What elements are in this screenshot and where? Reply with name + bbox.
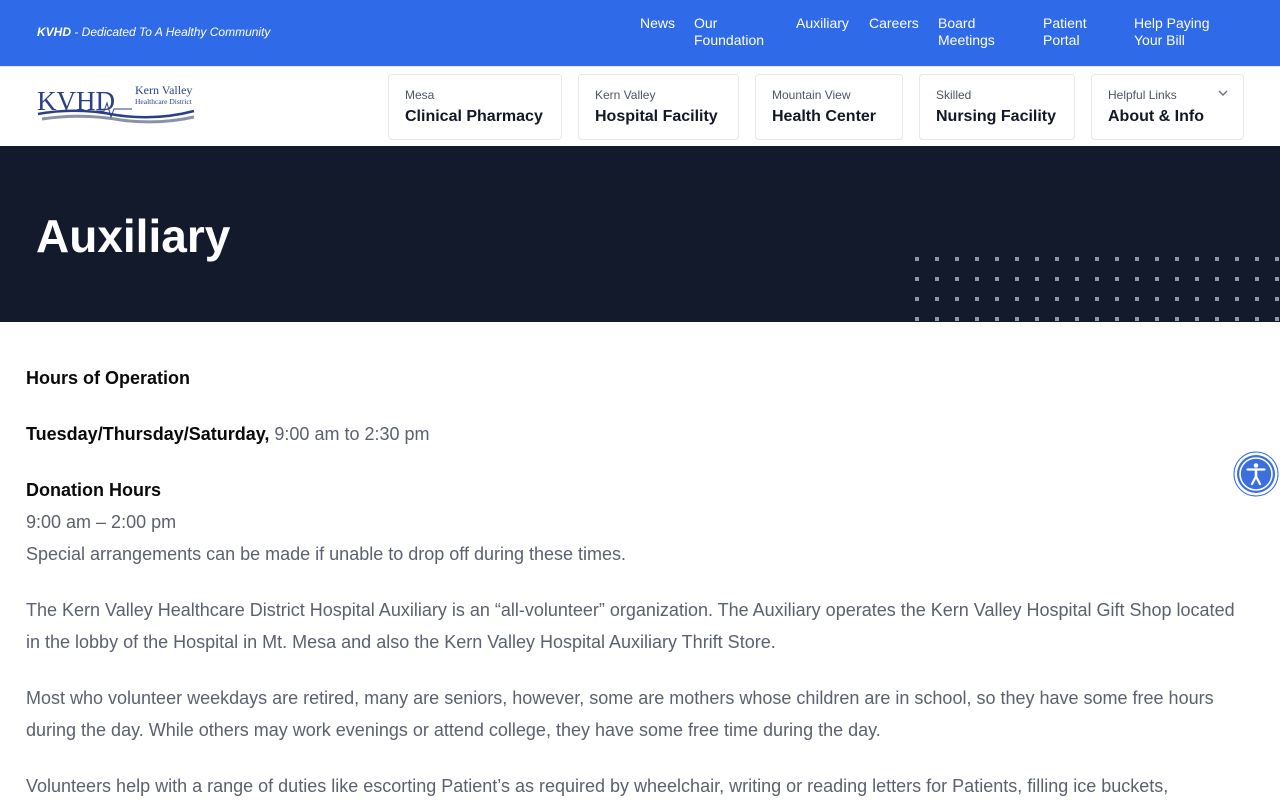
chevron-down-icon: [1218, 90, 1228, 96]
nav-news[interactable]: News: [640, 15, 690, 32]
donation-heading: Donation Hours: [26, 480, 161, 500]
brand-abbrev: KVHD: [37, 25, 72, 39]
facility-bar: KVHD Kern Valley Healthcare District Mes…: [0, 66, 1280, 146]
card-title: Health Center: [772, 108, 877, 125]
card-eyebrow: Skilled: [936, 88, 972, 102]
operating-days: Tuesday/Thursday/Saturday, 9:00 am to 2:…: [26, 418, 1246, 450]
svg-text:Kern Valley: Kern Valley: [135, 83, 192, 97]
nav-board-meetings[interactable]: Board Meetings: [938, 15, 1013, 49]
paragraph-duties: Volunteers help with a range of duties l…: [26, 776, 1169, 796]
card-eyebrow: Helpful Links: [1108, 88, 1177, 102]
card-title: Clinical Pharmacy: [405, 108, 543, 125]
page-title: Auxiliary: [36, 210, 231, 262]
card-eyebrow: Mesa: [405, 88, 435, 102]
top-bar: KVHD - Dedicated To A Healthy Community …: [0, 0, 1280, 66]
card-title: Nursing Facility: [936, 108, 1057, 125]
accessibility-icon[interactable]: [1233, 451, 1279, 497]
main-content: Hours of Operation Tuesday/Thursday/Satu…: [26, 362, 1246, 800]
nav-card-hospital-facility[interactable]: Kern Valley Hospital Facility: [578, 74, 739, 140]
nav-patient-portal[interactable]: Patient Portal: [1043, 15, 1103, 49]
nav-auxiliary[interactable]: Auxiliary: [796, 15, 866, 32]
kvhd-logo[interactable]: KVHD Kern Valley Healthcare District: [36, 81, 198, 131]
nav-card-clinical-pharmacy[interactable]: Mesa Clinical Pharmacy: [388, 74, 562, 140]
nav-help-paying-bill[interactable]: Help Paying Your Bill: [1134, 15, 1224, 49]
donation-time: 9:00 am – 2:00 pm: [26, 512, 177, 532]
card-title: Hospital Facility: [595, 108, 718, 125]
page-hero: Auxiliary: [0, 146, 1280, 322]
days-time: 9:00 am to 2:30 pm: [269, 424, 430, 444]
tagline-text: - Dedicated To A Healthy Community: [71, 25, 271, 39]
svg-text:Healthcare District: Healthcare District: [135, 97, 193, 106]
donation-note: Special arrangements can be made if unab…: [26, 544, 627, 564]
nav-our-foundation[interactable]: Our Foundation: [694, 15, 774, 49]
paragraph-volunteers: Most who volunteer weekdays are retired,…: [26, 688, 1214, 740]
nav-careers[interactable]: Careers: [869, 15, 929, 32]
nav-card-about-info-dropdown[interactable]: Helpful Links About & Info: [1091, 74, 1244, 140]
nav-card-nursing-facility[interactable]: Skilled Nursing Facility: [919, 74, 1075, 140]
nav-card-health-center[interactable]: Mountain View Health Center: [755, 74, 903, 140]
dot-pattern-decoration: [910, 252, 1280, 322]
hours-heading: Hours of Operation: [26, 368, 191, 388]
card-title: About & Info: [1108, 108, 1204, 125]
card-eyebrow: Mountain View: [772, 88, 851, 102]
site-tagline: KVHD - Dedicated To A Healthy Community: [37, 25, 270, 39]
card-eyebrow: Kern Valley: [595, 88, 656, 102]
paragraph-auxiliary-overview: The Kern Valley Healthcare District Hosp…: [26, 600, 1235, 652]
days-label: Tuesday/Thursday/Saturday,: [26, 424, 270, 444]
